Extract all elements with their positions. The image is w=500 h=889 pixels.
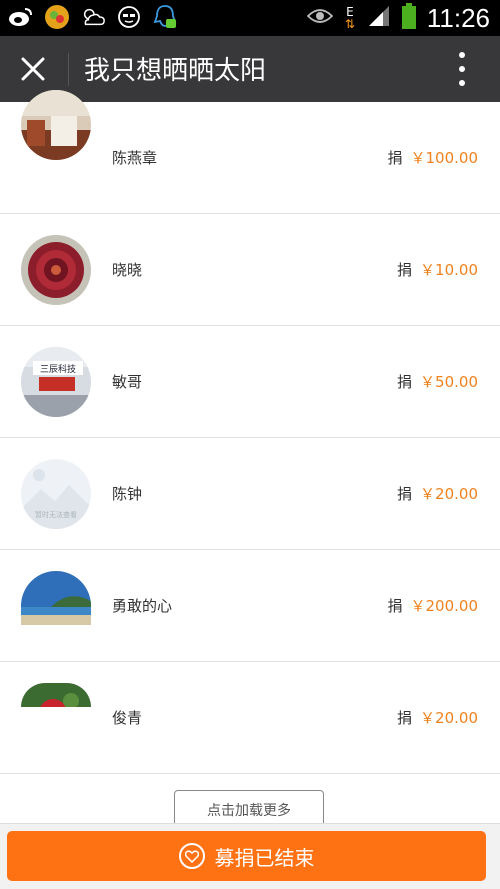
more-dots-icon xyxy=(459,52,465,58)
donor-row[interactable]: 暂时无法查看 陈钟 捐 ￥20.00 xyxy=(0,438,500,550)
battery-icon xyxy=(401,2,417,34)
donation-amount: 捐 ￥100.00 xyxy=(387,149,478,167)
signal-icon xyxy=(367,4,391,32)
room-photo-avatar xyxy=(21,90,91,160)
weather-icon xyxy=(80,4,106,30)
donation-amount: 捐 ￥20.00 xyxy=(397,485,478,503)
donor-row[interactable]: 三辰科技 敏哥 捐 ￥50.00 xyxy=(0,326,500,438)
app-bar: 我只想晒晒太阳 xyxy=(0,36,500,102)
qq-icon xyxy=(152,4,178,30)
fundraising-ended-button[interactable]: 募捐已结束 xyxy=(7,831,486,881)
donation-amount: 捐 ￥200.00 xyxy=(387,597,478,615)
donor-row[interactable]: 俊青 捐 ￥20.00 xyxy=(0,662,500,774)
beach-photo-avatar xyxy=(21,571,91,625)
more-menu-button[interactable] xyxy=(446,52,478,86)
fundraising-ended-label: 募捐已结束 xyxy=(214,845,315,870)
donor-row[interactable]: 勇敢的心 捐 ￥200.00 xyxy=(0,550,500,662)
donor-name: 敏哥 xyxy=(112,373,143,391)
eye-icon xyxy=(306,7,334,29)
office-sign-photo-avatar: 三辰科技 xyxy=(21,347,91,417)
donor-name: 陈燕章 xyxy=(112,149,158,167)
heart-icon xyxy=(178,843,205,869)
app-bar-divider xyxy=(68,53,69,86)
donor-row[interactable]: 陈燕章 捐 ￥100.00 xyxy=(0,90,500,214)
face-icon xyxy=(116,4,142,30)
donor-name: 勇敢的心 xyxy=(112,597,173,615)
network-icon: E ⇅ xyxy=(344,5,355,31)
donor-name: 俊青 xyxy=(112,709,143,727)
donor-list: 陈燕章 捐 ￥100.00 晓晓 捐 ￥10.00 三辰科技 敏哥 捐 ￥50.… xyxy=(0,90,500,774)
clock: 11:26 xyxy=(426,2,490,33)
placeholder-image-avatar: 暂时无法查看 xyxy=(21,459,91,529)
page-title: 我只想晒晒太阳 xyxy=(84,56,267,86)
bottom-bar: 募捐已结束 xyxy=(0,823,500,889)
status-bar: E ⇅ 11:26 xyxy=(0,0,500,36)
close-button[interactable] xyxy=(14,50,52,88)
game-app-icon xyxy=(44,4,70,30)
succulent-photo-avatar xyxy=(21,235,91,305)
donor-name: 陈钟 xyxy=(112,485,143,503)
donation-amount: 捐 ￥20.00 xyxy=(397,709,478,727)
donor-row[interactable]: 晓晓 捐 ￥10.00 xyxy=(0,214,500,326)
placeholder-text: 暂时无法查看 xyxy=(35,510,77,519)
fruit-photo-avatar xyxy=(21,683,91,707)
donation-amount: 捐 ￥50.00 xyxy=(397,373,478,391)
close-icon xyxy=(21,57,45,81)
office-sign-text: 三辰科技 xyxy=(40,363,76,375)
donor-name: 晓晓 xyxy=(112,261,143,279)
donation-amount: 捐 ￥10.00 xyxy=(397,261,478,279)
weibo-icon xyxy=(8,4,34,30)
